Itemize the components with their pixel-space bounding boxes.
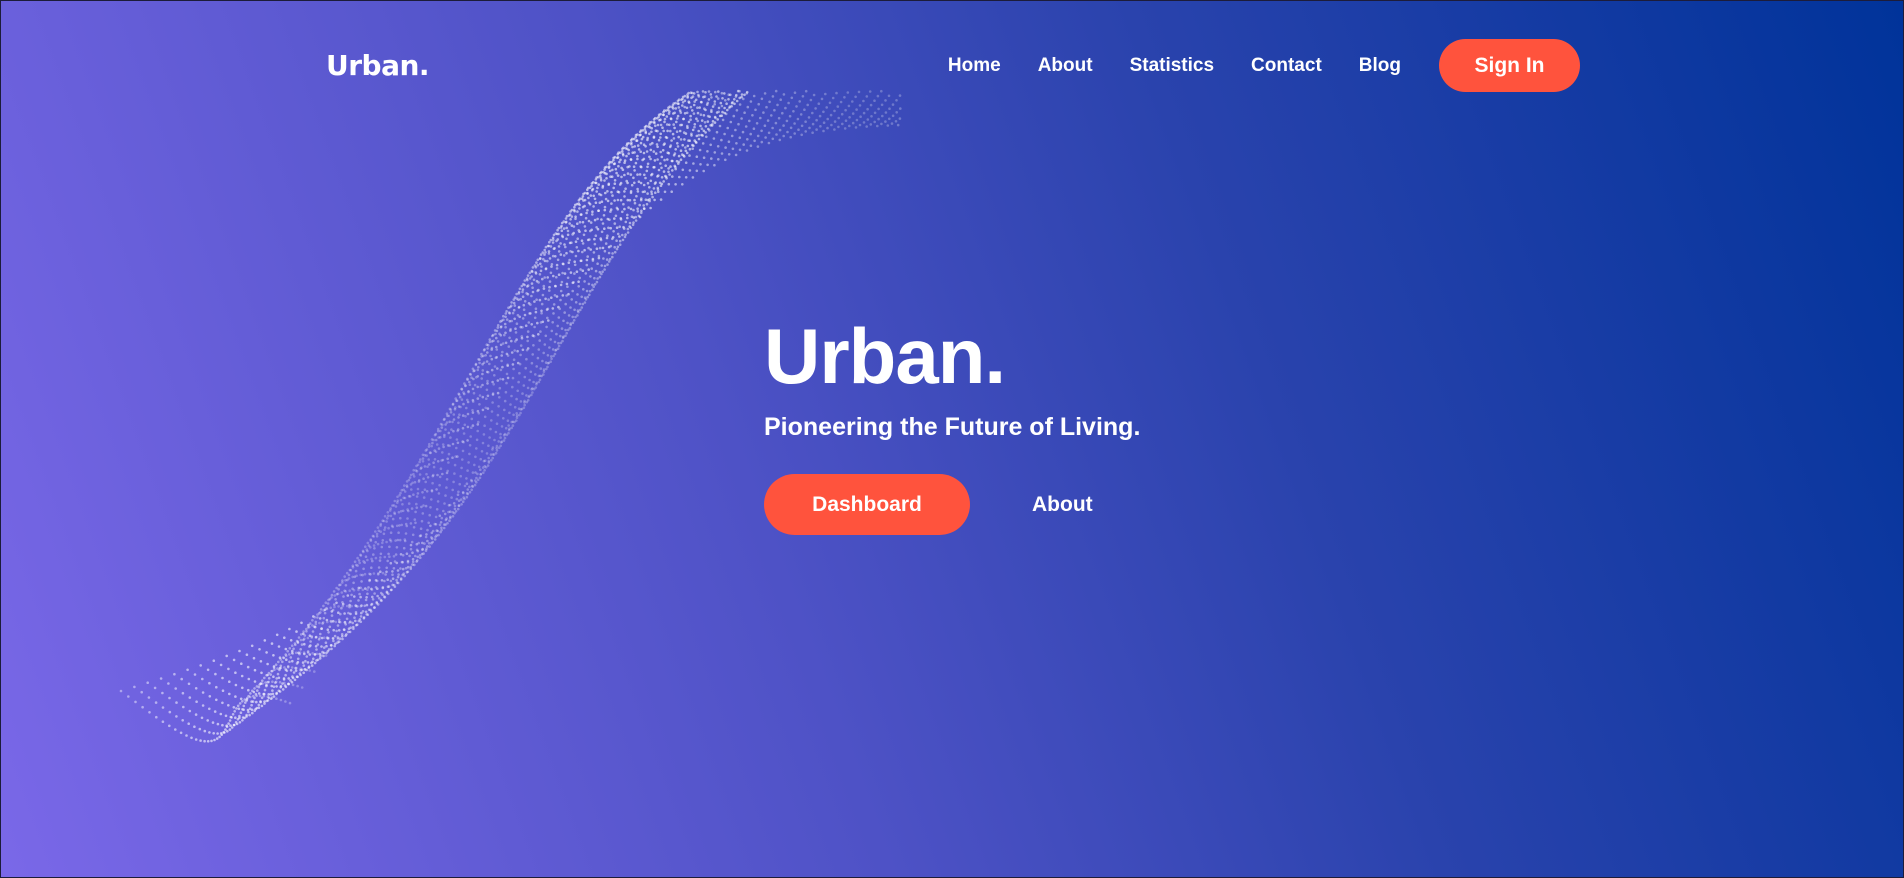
- dashboard-button[interactable]: Dashboard: [764, 474, 970, 535]
- nav-blog-link[interactable]: Blog: [1359, 55, 1401, 77]
- nav-statistics-link[interactable]: Statistics: [1130, 55, 1214, 77]
- hero-subtitle: Pioneering the Future of Living.: [764, 413, 1141, 441]
- sign-in-button[interactable]: Sign In: [1439, 39, 1580, 92]
- hero-title: Urban.: [764, 312, 1006, 400]
- nav-links: Home About Statistics Contact Blog Sign …: [948, 39, 1580, 92]
- hero-actions: Dashboard About: [764, 474, 1140, 535]
- hero-about-link[interactable]: About: [1032, 493, 1093, 517]
- landing-page: Urban. Home About Statistics Contact Blo…: [0, 0, 1904, 878]
- nav-about-link[interactable]: About: [1038, 55, 1093, 77]
- navbar: Urban. Home About Statistics Contact Blo…: [326, 39, 1580, 92]
- hero-section: Urban. Pioneering the Future of Living. …: [764, 311, 1140, 535]
- brand-logo[interactable]: Urban.: [326, 49, 430, 82]
- nav-home-link[interactable]: Home: [948, 55, 1001, 77]
- nav-contact-link[interactable]: Contact: [1251, 55, 1322, 77]
